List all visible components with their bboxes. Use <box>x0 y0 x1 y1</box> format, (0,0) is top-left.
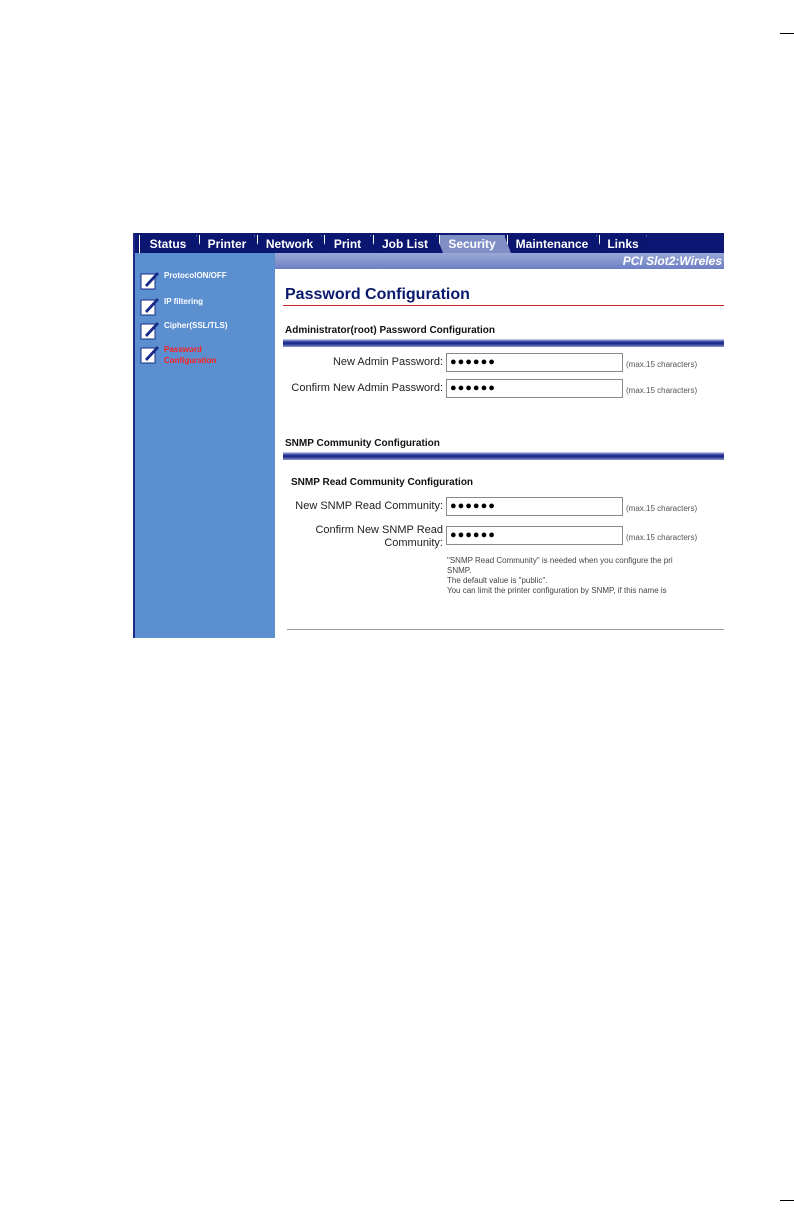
sidebar-item-label: IP filtering <box>164 297 203 306</box>
pencil-note-icon <box>140 346 159 364</box>
new-snmp-community-label: New SNMP Read Community: <box>295 500 443 512</box>
snmp-section-title: SNMP Community Configuration <box>285 438 440 449</box>
tab-links[interactable]: Links <box>599 235 653 253</box>
snmp-note-line1: "SNMP Read Community" is needed when you… <box>447 556 673 565</box>
sidebar: ProtocolON/OFF IP filtering Cipher(SSL/T… <box>135 253 275 638</box>
bottom-divider <box>287 629 724 630</box>
new-admin-password-label: New Admin Password: <box>332 356 443 368</box>
sidebar-item-label: ProtocolON/OFF <box>164 271 227 280</box>
main-content: Password Configuration Administrator(roo… <box>275 269 724 638</box>
sidebar-item-label: Password Configuration <box>164 345 217 365</box>
slot-name: PCI Slot2:Wireles <box>622 254 722 268</box>
tab-network[interactable]: Network <box>257 235 328 253</box>
new-admin-password-hint: (max.15 characters) <box>626 360 698 369</box>
confirm-admin-password-label: Confirm New Admin Password: <box>291 382 443 394</box>
slot-banner: PCI Slot2:Wireles <box>275 253 724 269</box>
snmp-note-line4: You can limit the printer configuration … <box>447 586 667 595</box>
confirm-snmp-community-label-line2: Community: <box>384 537 443 549</box>
pencil-note-icon <box>140 322 159 340</box>
confirm-snmp-community-hint: (max.15 characters) <box>626 533 698 542</box>
new-snmp-community-hint: (max.15 characters) <box>626 504 698 513</box>
snmp-note-line3: The default value is "public". <box>447 576 548 585</box>
sidebar-item-protocol[interactable]: ProtocolON/OFF <box>140 270 244 290</box>
tab-status[interactable]: Status <box>139 235 203 253</box>
new-snmp-community-input[interactable]: ●●●●●● <box>446 497 623 516</box>
sidebar-item-ip-filtering[interactable]: IP filtering <box>140 296 244 316</box>
admin-section-bar <box>283 339 724 347</box>
new-admin-password-input[interactable]: ●●●●●● <box>446 353 623 372</box>
page-margin-mark-top <box>780 33 794 34</box>
confirm-snmp-community-input[interactable]: ●●●●●● <box>446 526 623 545</box>
title-divider <box>283 305 724 306</box>
confirm-admin-password-hint: (max.15 characters) <box>626 386 698 395</box>
confirm-admin-password-input[interactable]: ●●●●●● <box>446 379 623 398</box>
web-config-screenshot: Status Printer Network Print Job List Se… <box>133 233 724 638</box>
admin-section-title: Administrator(root) Password Configurati… <box>285 325 495 336</box>
tab-print[interactable]: Print <box>324 235 377 253</box>
pencil-note-icon <box>140 272 159 290</box>
sidebar-item-label: Cipher(SSL/TLS) <box>164 321 228 330</box>
snmp-read-subtitle: SNMP Read Community Configuration <box>291 477 474 488</box>
confirm-snmp-community-label-line1: Confirm New SNMP Read <box>315 524 443 536</box>
tab-bar: Status Printer Network Print Job List Se… <box>135 233 724 253</box>
page-margin-mark-bottom <box>780 1200 794 1201</box>
sidebar-item-cipher[interactable]: Cipher(SSL/TLS) <box>140 320 244 340</box>
snmp-note-line2: SNMP. <box>447 566 472 575</box>
tab-job-list[interactable]: Job List <box>373 235 443 253</box>
snmp-section-bar <box>283 452 724 460</box>
sidebar-item-password-configuration[interactable]: Password Configuration <box>140 344 244 366</box>
tab-printer[interactable]: Printer <box>199 235 261 253</box>
page-title: Password Configuration <box>285 286 470 303</box>
tab-maintenance[interactable]: Maintenance <box>507 235 603 253</box>
pencil-note-icon <box>140 298 159 316</box>
tab-security[interactable]: Security <box>439 235 511 253</box>
